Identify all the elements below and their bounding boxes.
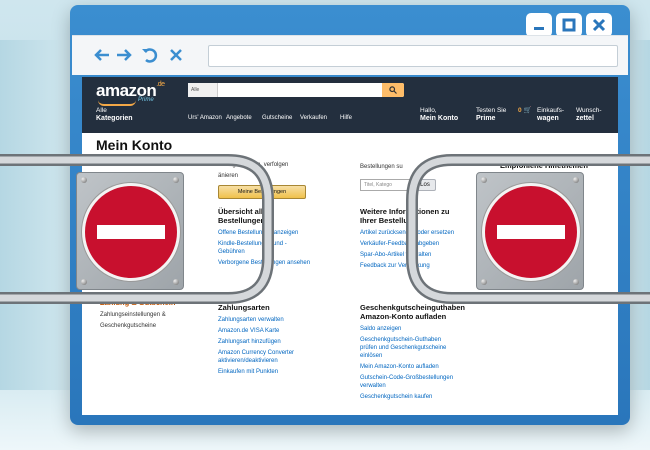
left-gate-panel	[76, 172, 184, 290]
scene: amazon.de Prime Alle Alle Kategorien Urs…	[0, 0, 650, 450]
no-entry-sign-icon	[482, 183, 580, 281]
no-entry-sign-icon	[82, 183, 180, 281]
right-gate-panel	[476, 172, 584, 290]
